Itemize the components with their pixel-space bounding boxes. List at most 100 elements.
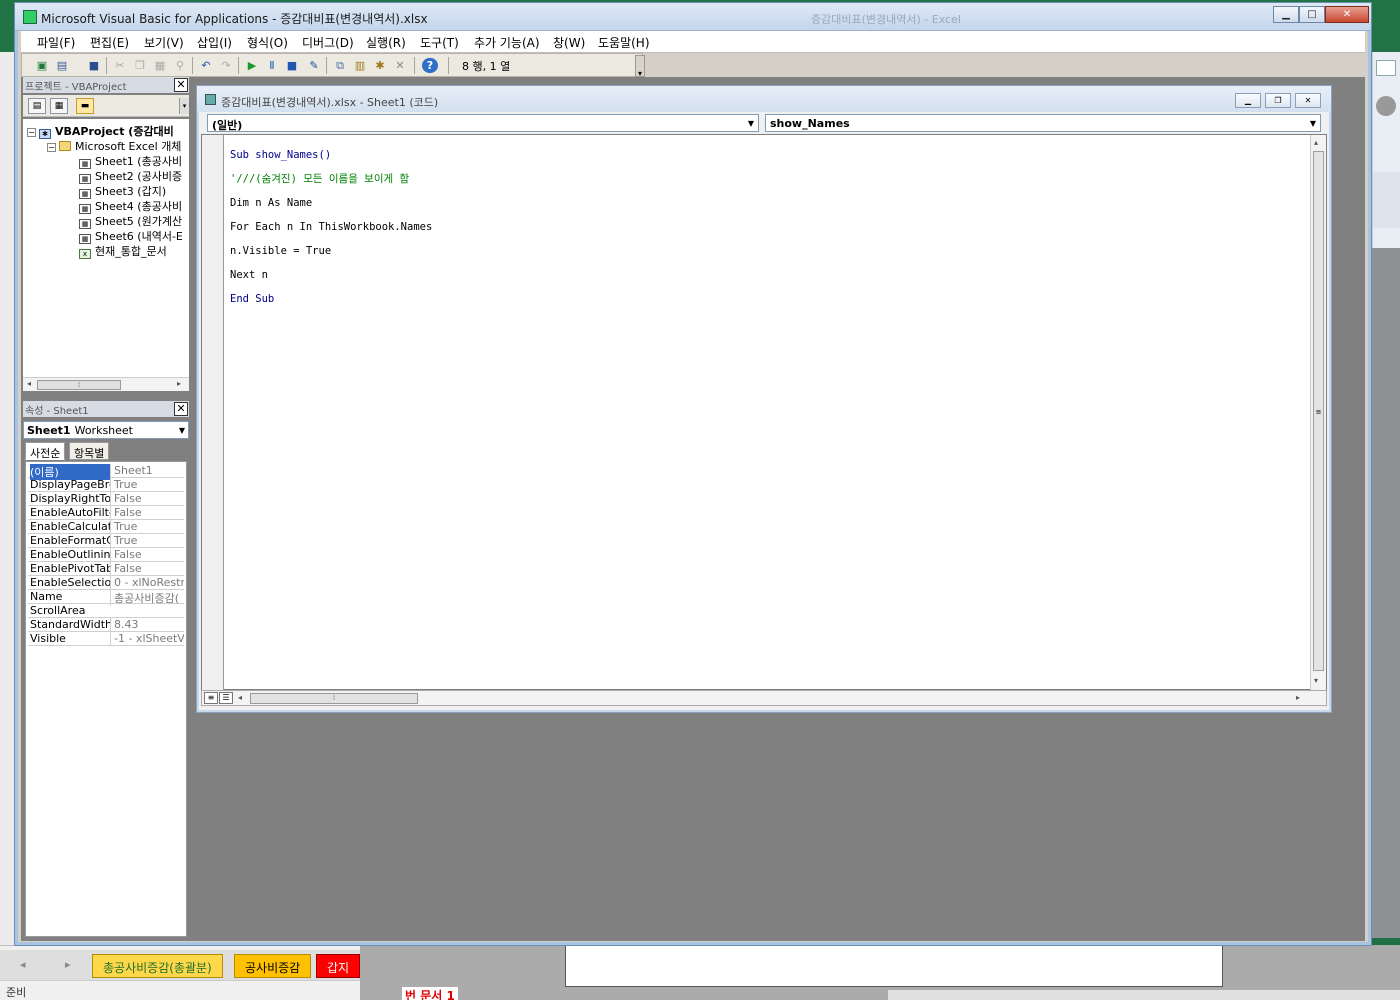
tab-categorized[interactable]: 항목별 [69,442,110,460]
excel-horizontal-scrollbar[interactable] [888,989,1400,1000]
code-vertical-scrollbar[interactable]: ▴ ≡ ▾ [1310,135,1326,691]
tree-node-sheet6[interactable]: ▦ Sheet6 (내역서-E [79,228,183,244]
break-icon[interactable]: Ⅱ [264,58,280,73]
menu-file[interactable]: 파일(F) [37,34,75,51]
tree-node-sheet2[interactable]: ▦ Sheet2 (공사비증 [79,168,182,184]
run-icon[interactable]: ▶ [244,58,260,73]
excel-icon[interactable]: ▣ [34,58,50,73]
code-close-button[interactable]: ✕ [1295,93,1321,108]
tree-node-vbaproject[interactable]: − ✱ VBAProject (증감대비 [27,123,174,139]
copy-icon[interactable]: ❐ [132,58,148,73]
save-icon[interactable]: ■ [86,58,102,73]
code-minimize-button[interactable]: ▁ [1235,93,1261,108]
minimize-button[interactable]: ▁ [1273,6,1299,23]
menu-tools[interactable]: 도구(T) [420,34,459,51]
close-button[interactable]: ✕ [1325,6,1369,23]
toolbox-icon[interactable]: ✕ [392,58,408,73]
scroll-left-icon[interactable]: ◂ [27,379,31,388]
code-line-sub[interactable]: Sub show_Names() [230,149,432,161]
scroll-right-icon[interactable]: ▸ [1296,693,1300,702]
tree-node-excel-objects[interactable]: − Microsoft Excel 개체 [47,138,181,153]
property-row[interactable]: EnableOutlining False [28,548,184,562]
property-row[interactable]: EnableAutoFilterFalse [28,506,184,520]
property-row[interactable]: Name 총공사비증감( [28,590,184,606]
tree-node-sheet4[interactable]: ▦ Sheet4 (총공사비 [79,198,182,214]
project-toolbar-grip[interactable]: ▾ [179,98,189,114]
menu-run[interactable]: 실행(R) [366,34,406,51]
property-row[interactable]: EnablePivotTableFalse [28,562,184,576]
maximize-button[interactable]: □ [1299,6,1325,23]
undo-icon[interactable]: ↶ [198,58,214,73]
scrollbar-thumb[interactable]: ⦙ [37,380,121,390]
properties-object-dropdown[interactable]: Sheet1 Worksheet ▼ [23,421,189,439]
code-window-title-bar[interactable]: 증감대비표(변경내역서).xlsx - Sheet1 (코드) ▁ ❐ ✕ [197,86,1331,112]
collapse-icon[interactable]: − [47,143,56,152]
tree-node-sheet5[interactable]: ▦ Sheet5 (원가계산 [79,213,182,229]
procedure-view-icon[interactable]: ≡ [204,692,218,704]
menu-window[interactable]: 창(W) [553,34,585,51]
full-module-view-icon[interactable]: ☰ [219,692,233,704]
properties-icon[interactable]: ▥ [352,58,368,73]
property-row[interactable]: EnableSelection0 - xlNoRestrictions [28,576,184,590]
menu-view[interactable]: 보기(V) [144,34,184,51]
insert-module-icon[interactable]: ▤ [54,58,70,73]
scroll-right-icon[interactable]: ▸ [177,379,181,388]
sheet-tab-1[interactable]: 총공사비증감(총괄분) [92,954,223,978]
menu-format[interactable]: 형식(O) [247,34,288,51]
procedure-dropdown[interactable]: show_Names ▼ [765,114,1321,132]
design-mode-icon[interactable]: ✎ [306,58,322,73]
redo-icon[interactable]: ↷ [218,58,234,73]
menu-addins[interactable]: 추가 기능(A) [474,34,540,51]
property-row[interactable]: DisplayRightToLeftFalse [28,492,184,506]
tab-alphabetic[interactable]: 사전순 [25,442,66,460]
find-icon[interactable]: ⚲ [172,58,188,73]
project-explorer-icon[interactable]: ⧉ [332,58,348,73]
excel-right-pane-avatar[interactable] [1376,96,1396,116]
sheet-tab-3[interactable]: 갑지 [316,954,361,978]
code-line-end[interactable]: End Sub [230,293,432,305]
chevron-down-icon[interactable]: ▼ [1310,119,1316,128]
scroll-up-icon[interactable]: ▴ [1314,138,1318,147]
scrollbar-thumb[interactable]: ≡ [1313,151,1324,671]
horizontal-scrollbar-thumb[interactable]: ⦙ [250,693,418,704]
code-line-dim[interactable]: Dim n As Name [230,197,432,209]
margin-indicator-bar[interactable] [202,135,224,691]
cut-icon[interactable]: ✂ [112,58,128,73]
view-object-icon[interactable]: ▦ [50,98,68,114]
code-text[interactable]: Sub show_Names() '///(숨겨진) 모든 이름을 보이게 함 … [230,137,432,329]
menu-debug[interactable]: 디버그(D) [302,34,354,51]
tree-node-thisworkbook[interactable]: x 현재_통합_문서 [79,243,167,259]
property-row[interactable]: EnableCalculationTrue [28,520,184,534]
property-row[interactable]: Visible-1 - xlSheetVisible [28,632,184,646]
menu-help[interactable]: 도움말(H) [598,34,650,51]
menu-insert[interactable]: 삽입(I) [197,34,232,51]
view-code-icon[interactable]: ▤ [28,98,46,114]
chevron-down-icon[interactable]: ▼ [179,426,185,435]
property-row[interactable]: ScrollArea [28,604,184,618]
reset-icon[interactable]: ■ [284,58,300,73]
properties-close-icon[interactable]: ✕ [174,402,188,416]
project-explorer-close-icon[interactable]: ✕ [174,78,188,92]
scroll-down-icon[interactable]: ▾ [1314,676,1318,685]
help-icon[interactable]: ? [422,58,438,73]
toolbar-overflow-grip[interactable]: ▾ [635,55,645,78]
object-browser-icon[interactable]: ✱ [372,58,388,73]
property-row[interactable]: (이름) Sheet1 [28,464,184,480]
property-row[interactable]: EnableFormatConditionsCalculationTrue [28,534,184,548]
property-row[interactable]: StandardWidth 8.43 [28,618,184,632]
sheet-tab-2[interactable]: 공사비증감 [234,954,312,978]
toggle-folders-icon[interactable]: ▬ [76,98,94,114]
project-tree-horizontal-scrollbar[interactable]: ◂ ⦙ ▸ [23,377,189,391]
code-line-comment[interactable]: '///(숨겨진) 모든 이름을 보이게 함 [230,173,432,185]
object-dropdown[interactable]: (일반) ▼ [207,114,759,132]
paste-icon[interactable]: ▦ [152,58,168,73]
tree-node-sheet3[interactable]: ▦ Sheet3 (갑지) [79,183,166,199]
chevron-down-icon[interactable]: ▼ [748,119,754,128]
property-row[interactable]: DisplayPageBreaksTrue [28,478,184,492]
collapse-icon[interactable]: − [27,128,36,137]
code-line-next[interactable]: Next n [230,269,432,281]
sheet-tab-nav-arrows[interactable]: ◂ ▸ [20,958,89,971]
code-editor[interactable]: Sub show_Names() '///(숨겨진) 모든 이름을 보이게 함 … [201,134,1327,691]
vba-title-bar[interactable]: Microsoft Visual Basic for Applications … [15,3,1371,31]
code-restore-button[interactable]: ❐ [1265,93,1291,108]
